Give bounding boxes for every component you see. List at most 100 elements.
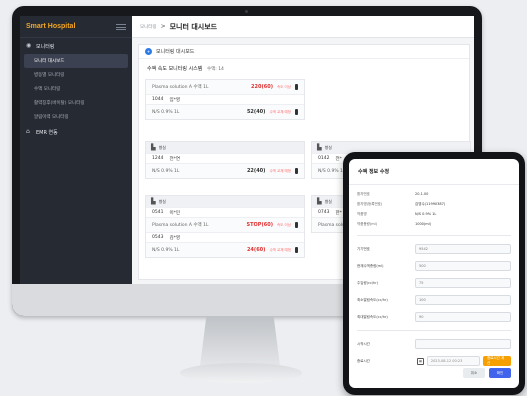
iv-card[interactable]: Plasma solution A 수액 1L 220(60) 속도 이상 10… — [145, 79, 305, 120]
bed-header: ▙ 병실 — [146, 196, 304, 207]
bed-label: 병실 — [158, 198, 166, 204]
sidebar-item-iv[interactable]: 수액 모니터링 — [20, 82, 132, 96]
status-tag: 수액 교체 예정 — [269, 109, 291, 114]
iv-count: 수액: 14 — [206, 67, 224, 72]
start-time-input[interactable] — [415, 339, 511, 349]
monitor-base — [180, 363, 302, 383]
bed-icon: ▙ — [151, 144, 156, 151]
drug-name: N/S 0.9% 1L — [152, 168, 180, 174]
eye-icon: ◉ — [26, 42, 32, 49]
hospital-logo-icon: + — [145, 48, 152, 55]
iv-card[interactable]: ▙ 병실 0541 이*민 Plasma solution A 수액 1L ST… — [145, 195, 305, 258]
info-key: 환자번호 — [357, 191, 370, 196]
flow-rate: 220(60) — [251, 84, 273, 90]
volume-input[interactable]: 500 — [415, 261, 511, 271]
info-value: 20.1.00 — [415, 192, 429, 196]
sidebar-item-dashboard[interactable]: 모니터 대시보드 — [24, 54, 128, 68]
info-value: 김영수(11990387) — [415, 201, 446, 206]
cancel-button[interactable]: 취소 — [463, 368, 485, 378]
drug-name: Plasma solution A 수액 1L — [152, 85, 209, 90]
form-row: 최소알림속도(cc/hr) 100 — [357, 293, 511, 307]
status-tag: 수액 교체 예정 — [269, 168, 291, 173]
patient-name: 김*영 — [169, 235, 180, 241]
info-row: 환자번호 20.1.00 — [357, 189, 511, 199]
form-row: 주입량(cc/hr) 75 — [357, 276, 511, 290]
home-icon: ⌂ — [26, 128, 30, 135]
patient-name: 임*영 — [169, 97, 180, 103]
info-row: 약품명 N/S 0.9% 1L — [357, 209, 511, 219]
patient-name: 한* — [335, 210, 342, 216]
form-row: 현재수액총량(ml) 500 — [357, 259, 511, 273]
bed-icon: ▙ — [151, 198, 156, 205]
info-row: 약품용량(ml) 1000(ml) — [357, 219, 511, 229]
room-number: 0541 — [152, 210, 164, 215]
sidebar-item-alarm[interactable]: 알림이력 모니터링 — [20, 110, 132, 124]
flow-rate: 22(40) — [246, 168, 266, 174]
confirm-button[interactable]: 확인 — [489, 368, 511, 378]
panel-header: + 모니터링 대시보드 — [139, 45, 469, 59]
flow-rate: 24(60) — [246, 247, 266, 253]
iv-card[interactable]: ▙ 병실 1244 전*연 N/S 0.9% 1L 22(40) 수액 교체 예… — [145, 141, 305, 179]
field-label: 기기번호 — [357, 246, 370, 251]
sidebar: Smart Hospital ◉ 모니터링 모니터 대시보드 병동별 모니터링 … — [20, 16, 132, 284]
calendar-icon[interactable]: ▦ — [416, 357, 424, 365]
form-row: 최대알림속도(cc/hr) 90 — [357, 310, 511, 324]
sidebar-group-monitoring[interactable]: ◉ 모니터링 — [20, 38, 132, 54]
menu-icon[interactable] — [116, 23, 126, 30]
status-tag: 속도 이상 — [277, 222, 291, 227]
iv-bottle-icon — [295, 109, 298, 115]
device-number-input[interactable]: 9542 — [415, 244, 511, 254]
end-time-row: 종료시간 ▦ 2023-08-12 00:23 종료시간 계산 — [357, 354, 511, 368]
iv-row: N/S 0.9% 1L 22(40) 수액 교체 예정 — [146, 164, 304, 178]
page-title: 모니터 대시보드 — [169, 22, 218, 31]
form-row: 기기번호 9542 — [357, 242, 511, 256]
iv-row: N/S 0.9% 1L 52(40) 수액 교체 예정 — [146, 105, 304, 119]
bed-label: 병실 — [324, 144, 332, 150]
calc-end-time-button[interactable]: 종료시간 계산 — [482, 356, 511, 366]
sidebar-item-vital[interactable]: 활력징후(바이탈) 모니터링 — [20, 96, 132, 110]
brand-logo: Smart Hospital — [26, 23, 76, 30]
breadcrumb[interactable]: 모니터링 — [140, 24, 157, 30]
sidebar-group-label: EMR 연동 — [36, 129, 58, 136]
max-alarm-input[interactable]: 90 — [415, 312, 511, 322]
sidebar-group-label: 모니터링 — [36, 43, 55, 50]
room-number: 0543 — [152, 235, 164, 240]
end-time-input[interactable]: 2023-08-12 00:23 — [426, 356, 480, 366]
tablet-device: 수액 정보 수정 환자번호 20.1.00 환자명(등록번호) 김영수(119903… — [343, 152, 525, 395]
info-key: 환자명(등록번호) — [357, 201, 383, 206]
rate-input[interactable]: 75 — [415, 278, 511, 288]
info-key: 약품용량(ml) — [357, 221, 377, 226]
patient-row: 0543 김*영 — [146, 232, 304, 243]
sidebar-item-ward[interactable]: 병동별 모니터링 — [20, 68, 132, 82]
patient-name: 전* — [335, 156, 342, 162]
field-label: 종료시간 — [357, 358, 370, 363]
patient-name: 전*연 — [169, 156, 180, 162]
patient-row: 1044 임*영 — [146, 94, 304, 105]
field-label: 최소알림속도(cc/hr) — [357, 297, 388, 302]
patient-name: 이*민 — [169, 210, 180, 216]
room-number: 1244 — [152, 156, 164, 161]
bed-icon: ▙ — [317, 198, 322, 205]
status-tag: 속도 이상 — [277, 84, 291, 89]
modal-actions: 취소 확인 — [463, 368, 511, 378]
iv-row: N/S 0.9% 1L 24(60) 수액 교체 예정 — [146, 243, 304, 257]
bed-label: 병실 — [158, 144, 166, 150]
info-value: 1000(ml) — [415, 222, 432, 226]
divider — [357, 330, 511, 331]
section-title: 수액 속도 모니터링 시스템 수액: 14 — [147, 65, 224, 72]
iv-bottle-icon — [295, 222, 298, 228]
field-label: 최대알림속도(cc/hr) — [357, 314, 388, 319]
drug-name: N/S 0.9% 1L — [152, 109, 180, 115]
sidebar-group-emr[interactable]: ⌂ EMR 연동 — [20, 124, 132, 140]
room-number: 0743 — [318, 210, 330, 215]
field-label: 현재수액총량(ml) — [357, 263, 384, 268]
iv-bottle-icon — [295, 84, 298, 90]
info-row: 환자명(등록번호) 김영수(11990387) — [357, 199, 511, 209]
topbar: 모니터링 > 모니터 대시보드 — [132, 16, 474, 38]
tablet-screen: 수액 정보 수정 환자번호 20.1.00 환자명(등록번호) 김영수(119903… — [349, 159, 519, 388]
drug-name: Plasma solution A 수액 1L — [152, 223, 209, 228]
min-alarm-input[interactable]: 100 — [415, 295, 511, 305]
bed-label: 병실 — [324, 198, 332, 204]
iv-bottle-icon — [295, 168, 298, 174]
status-tag: 수액 교체 예정 — [269, 247, 291, 252]
